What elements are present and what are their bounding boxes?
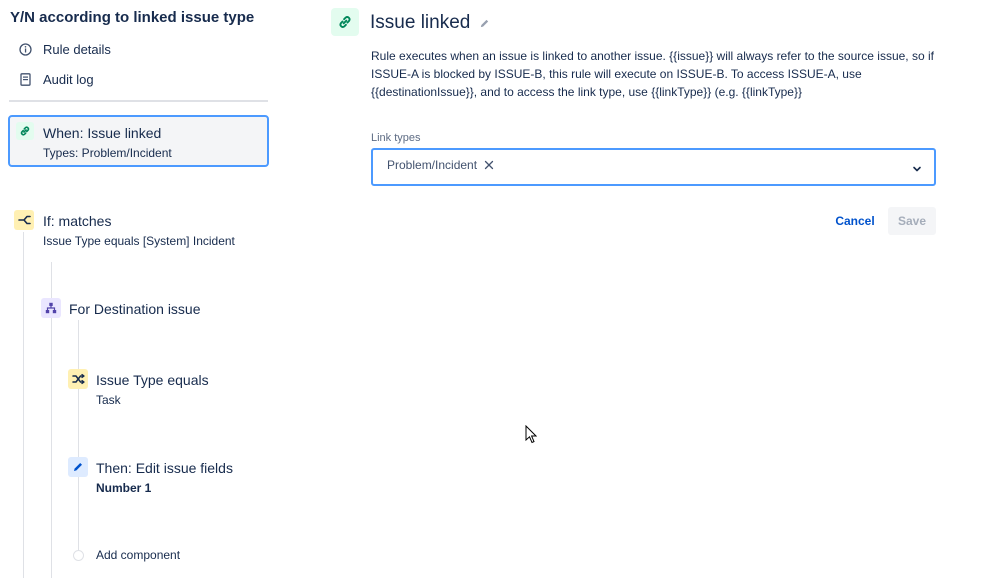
pencil-icon (68, 457, 88, 477)
rule-title: Y/N according to linked issue type (10, 9, 255, 26)
tree-line-inner (78, 320, 79, 560)
branch-hierarchy-icon (41, 298, 61, 318)
add-component-link[interactable]: Add component (96, 548, 180, 562)
sidebar-divider (9, 100, 268, 102)
add-component-dot (73, 550, 84, 561)
subcondition-step-title[interactable]: Issue Type equals (96, 372, 209, 388)
mouse-cursor-icon (525, 424, 538, 449)
selected-tag: Problem/Incident (387, 158, 494, 172)
remove-tag-icon[interactable] (484, 160, 494, 170)
audit-log-link[interactable]: Audit log (18, 69, 94, 89)
cancel-button[interactable]: Cancel (832, 207, 878, 235)
trigger-step-subtitle: Types: Problem/Incident (43, 146, 172, 160)
link-icon (331, 8, 359, 36)
panel-title-row: Issue linked (370, 12, 490, 34)
link-types-select[interactable]: Problem/Incident (371, 148, 936, 186)
condition-step-subtitle: Issue Type equals [System] Incident (43, 234, 235, 248)
document-icon (18, 72, 32, 86)
link-types-label: Link types (371, 132, 421, 144)
rule-details-link[interactable]: Rule details (18, 39, 111, 59)
trigger-step-card[interactable]: When: Issue linked Types: Problem/Incide… (8, 115, 269, 167)
rule-details-label: Rule details (43, 41, 111, 57)
condition-step-title[interactable]: If: matches (43, 213, 111, 229)
subcondition-step-subtitle: Task (96, 393, 121, 407)
panel-title: Issue linked (370, 12, 471, 33)
action-step-subtitle: Number 1 (96, 481, 152, 495)
branch-step-title[interactable]: For Destination issue (69, 301, 201, 317)
panel-description: Rule executes when an issue is linked to… (371, 49, 934, 99)
selected-tag-label: Problem/Incident (387, 158, 478, 172)
tree-line-main (23, 232, 24, 578)
trigger-step-title: When: Issue linked (43, 125, 162, 141)
chevron-down-icon[interactable] (912, 161, 922, 179)
shuffle-icon (68, 369, 88, 389)
edit-title-icon[interactable] (479, 18, 490, 29)
branch-condition-icon (14, 210, 34, 230)
save-button[interactable]: Save (888, 207, 936, 235)
audit-log-label: Audit log (43, 71, 94, 87)
info-icon (18, 42, 32, 56)
link-icon (16, 122, 34, 140)
action-step-title[interactable]: Then: Edit issue fields (96, 460, 233, 476)
